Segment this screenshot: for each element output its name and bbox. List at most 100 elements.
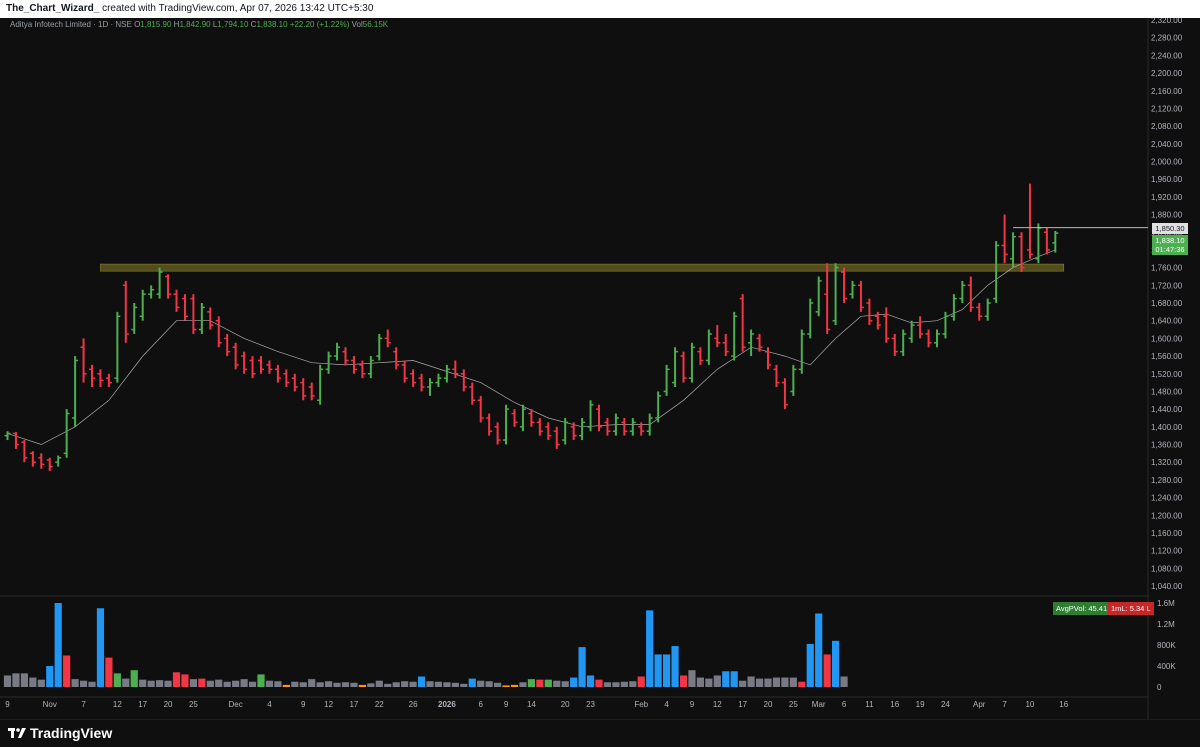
- price-tick-label: 2,040.00: [1151, 140, 1183, 149]
- volume-bar: [468, 678, 476, 687]
- high-line-price-tag: 1,850.30: [1152, 223, 1188, 234]
- volume-tick-label: 400K: [1157, 662, 1176, 671]
- price-tick-label: 1,080.00: [1151, 564, 1183, 573]
- time-tick-label: 4: [664, 700, 669, 709]
- volume-bar: [29, 677, 37, 687]
- volume-bar: [350, 682, 358, 687]
- close-value: 1,838.10: [256, 20, 288, 29]
- time-tick-label: 9: [301, 700, 306, 709]
- volume-bar: [840, 676, 848, 687]
- time-tick-label: 22: [375, 700, 384, 709]
- volume-bar: [63, 655, 71, 687]
- volume-bar: [494, 682, 502, 687]
- volume-bar: [96, 608, 105, 687]
- time-tick-label: 7: [1002, 700, 1007, 709]
- symbol-legend[interactable]: Aditya Infotech Limited · 1D · NSE O1,81…: [10, 20, 388, 29]
- price-tick-label: 2,120.00: [1151, 104, 1183, 113]
- volume-bar: [122, 678, 130, 687]
- volume-bar: [705, 678, 713, 687]
- tradingview-brand[interactable]: TradingView: [8, 725, 112, 741]
- volume-bar: [12, 673, 20, 687]
- symbol-title: Aditya Infotech Limited · 1D · NSE: [10, 20, 132, 29]
- volume-bar: [586, 675, 595, 687]
- chart-background: [0, 18, 1200, 719]
- volume-bar: [485, 681, 493, 687]
- volume-bar: [139, 679, 147, 687]
- volume-bar: [37, 679, 45, 687]
- time-tick-label: Nov: [43, 700, 57, 709]
- volume-bar: [595, 679, 603, 687]
- volume-bar: [477, 680, 485, 687]
- volume-bar: [172, 672, 181, 687]
- volume-bar: [527, 679, 535, 687]
- volume-bar: [105, 657, 113, 687]
- volume-bar: [806, 643, 814, 687]
- time-tick-label: 12: [324, 700, 333, 709]
- volume-bar: [130, 670, 138, 687]
- volume-bar: [536, 679, 544, 687]
- time-tick-label: 4: [267, 700, 272, 709]
- volume-bar: [730, 671, 738, 687]
- time-tick-label: 17: [138, 700, 147, 709]
- volume-bar: [257, 674, 265, 687]
- time-tick-label: Dec: [229, 700, 243, 709]
- volume-bar: [46, 666, 54, 687]
- volume-bar: [3, 675, 12, 687]
- volume-bar: [384, 683, 392, 687]
- chart-canvas[interactable]: 2,320.00 2,280.00 2,240.00 2,200.00 2,160.00…: [0, 18, 1200, 719]
- time-tick-label: 9: [5, 700, 10, 709]
- volume-bar: [443, 682, 451, 687]
- volume-bar: [798, 681, 806, 687]
- volume-bar: [189, 679, 197, 687]
- time-tick-label: 23: [586, 700, 595, 709]
- time-tick-label: 25: [789, 700, 798, 709]
- volume-bar: [147, 680, 155, 687]
- volume-bar: [291, 681, 299, 687]
- volume-bar: [333, 682, 341, 687]
- volume-bar: [358, 684, 366, 687]
- volume-bar: [71, 679, 79, 687]
- volume-bar: [299, 682, 307, 687]
- vol-label: Vol: [351, 20, 363, 29]
- time-tick-label: Mar: [812, 700, 826, 709]
- bar-countdown: 01:47:36: [1155, 245, 1185, 254]
- resistance-zone-layer: [100, 263, 1065, 272]
- price-tick-label: 2,000.00: [1151, 158, 1183, 167]
- time-tick-label: 17: [349, 700, 358, 709]
- volume-bar: [696, 677, 704, 687]
- price-tick-label: 2,320.00: [1151, 18, 1183, 25]
- volume-bar: [747, 676, 755, 687]
- time-tick-label: 14: [527, 700, 536, 709]
- volume-bar: [663, 654, 671, 687]
- price-tick-label: 1,280.00: [1151, 476, 1183, 485]
- price-tick-label: 1,480.00: [1151, 387, 1183, 396]
- price-tick-label: 1,760.00: [1151, 264, 1183, 273]
- volume-bar: [671, 646, 679, 687]
- volume-bar: [815, 613, 823, 687]
- price-tick-label: 1,400.00: [1151, 423, 1183, 432]
- volume-bar: [265, 680, 274, 687]
- price-tick-label: 1,720.00: [1151, 281, 1183, 290]
- volume-bar: [637, 676, 645, 687]
- volume-bar: [612, 682, 620, 687]
- volume-tick-label: 1.2M: [1157, 620, 1175, 629]
- volume-bar: [426, 681, 434, 687]
- volume-bar: [54, 603, 62, 687]
- volume-bar: [603, 682, 612, 687]
- last-price-value: 1,838.10: [1155, 236, 1185, 245]
- volume-bar: [789, 677, 797, 687]
- volume-bar: [713, 675, 721, 687]
- brand-name: TradingView: [30, 725, 113, 741]
- volume-bar: [198, 678, 206, 687]
- volume-bar: [460, 683, 468, 687]
- volume-bar: [434, 681, 443, 687]
- price-tick-label: 1,360.00: [1151, 441, 1183, 450]
- time-tick-label: 20: [764, 700, 773, 709]
- attribution-text: created with TradingView.com, Apr 07, 20…: [102, 3, 374, 14]
- volume-bar: [223, 681, 231, 687]
- price-tick-label: 1,120.00: [1151, 547, 1183, 556]
- volume-bar: [88, 681, 96, 687]
- volume-bar: [232, 680, 240, 687]
- volume-bar: [316, 682, 324, 687]
- volume-bar: [367, 683, 375, 687]
